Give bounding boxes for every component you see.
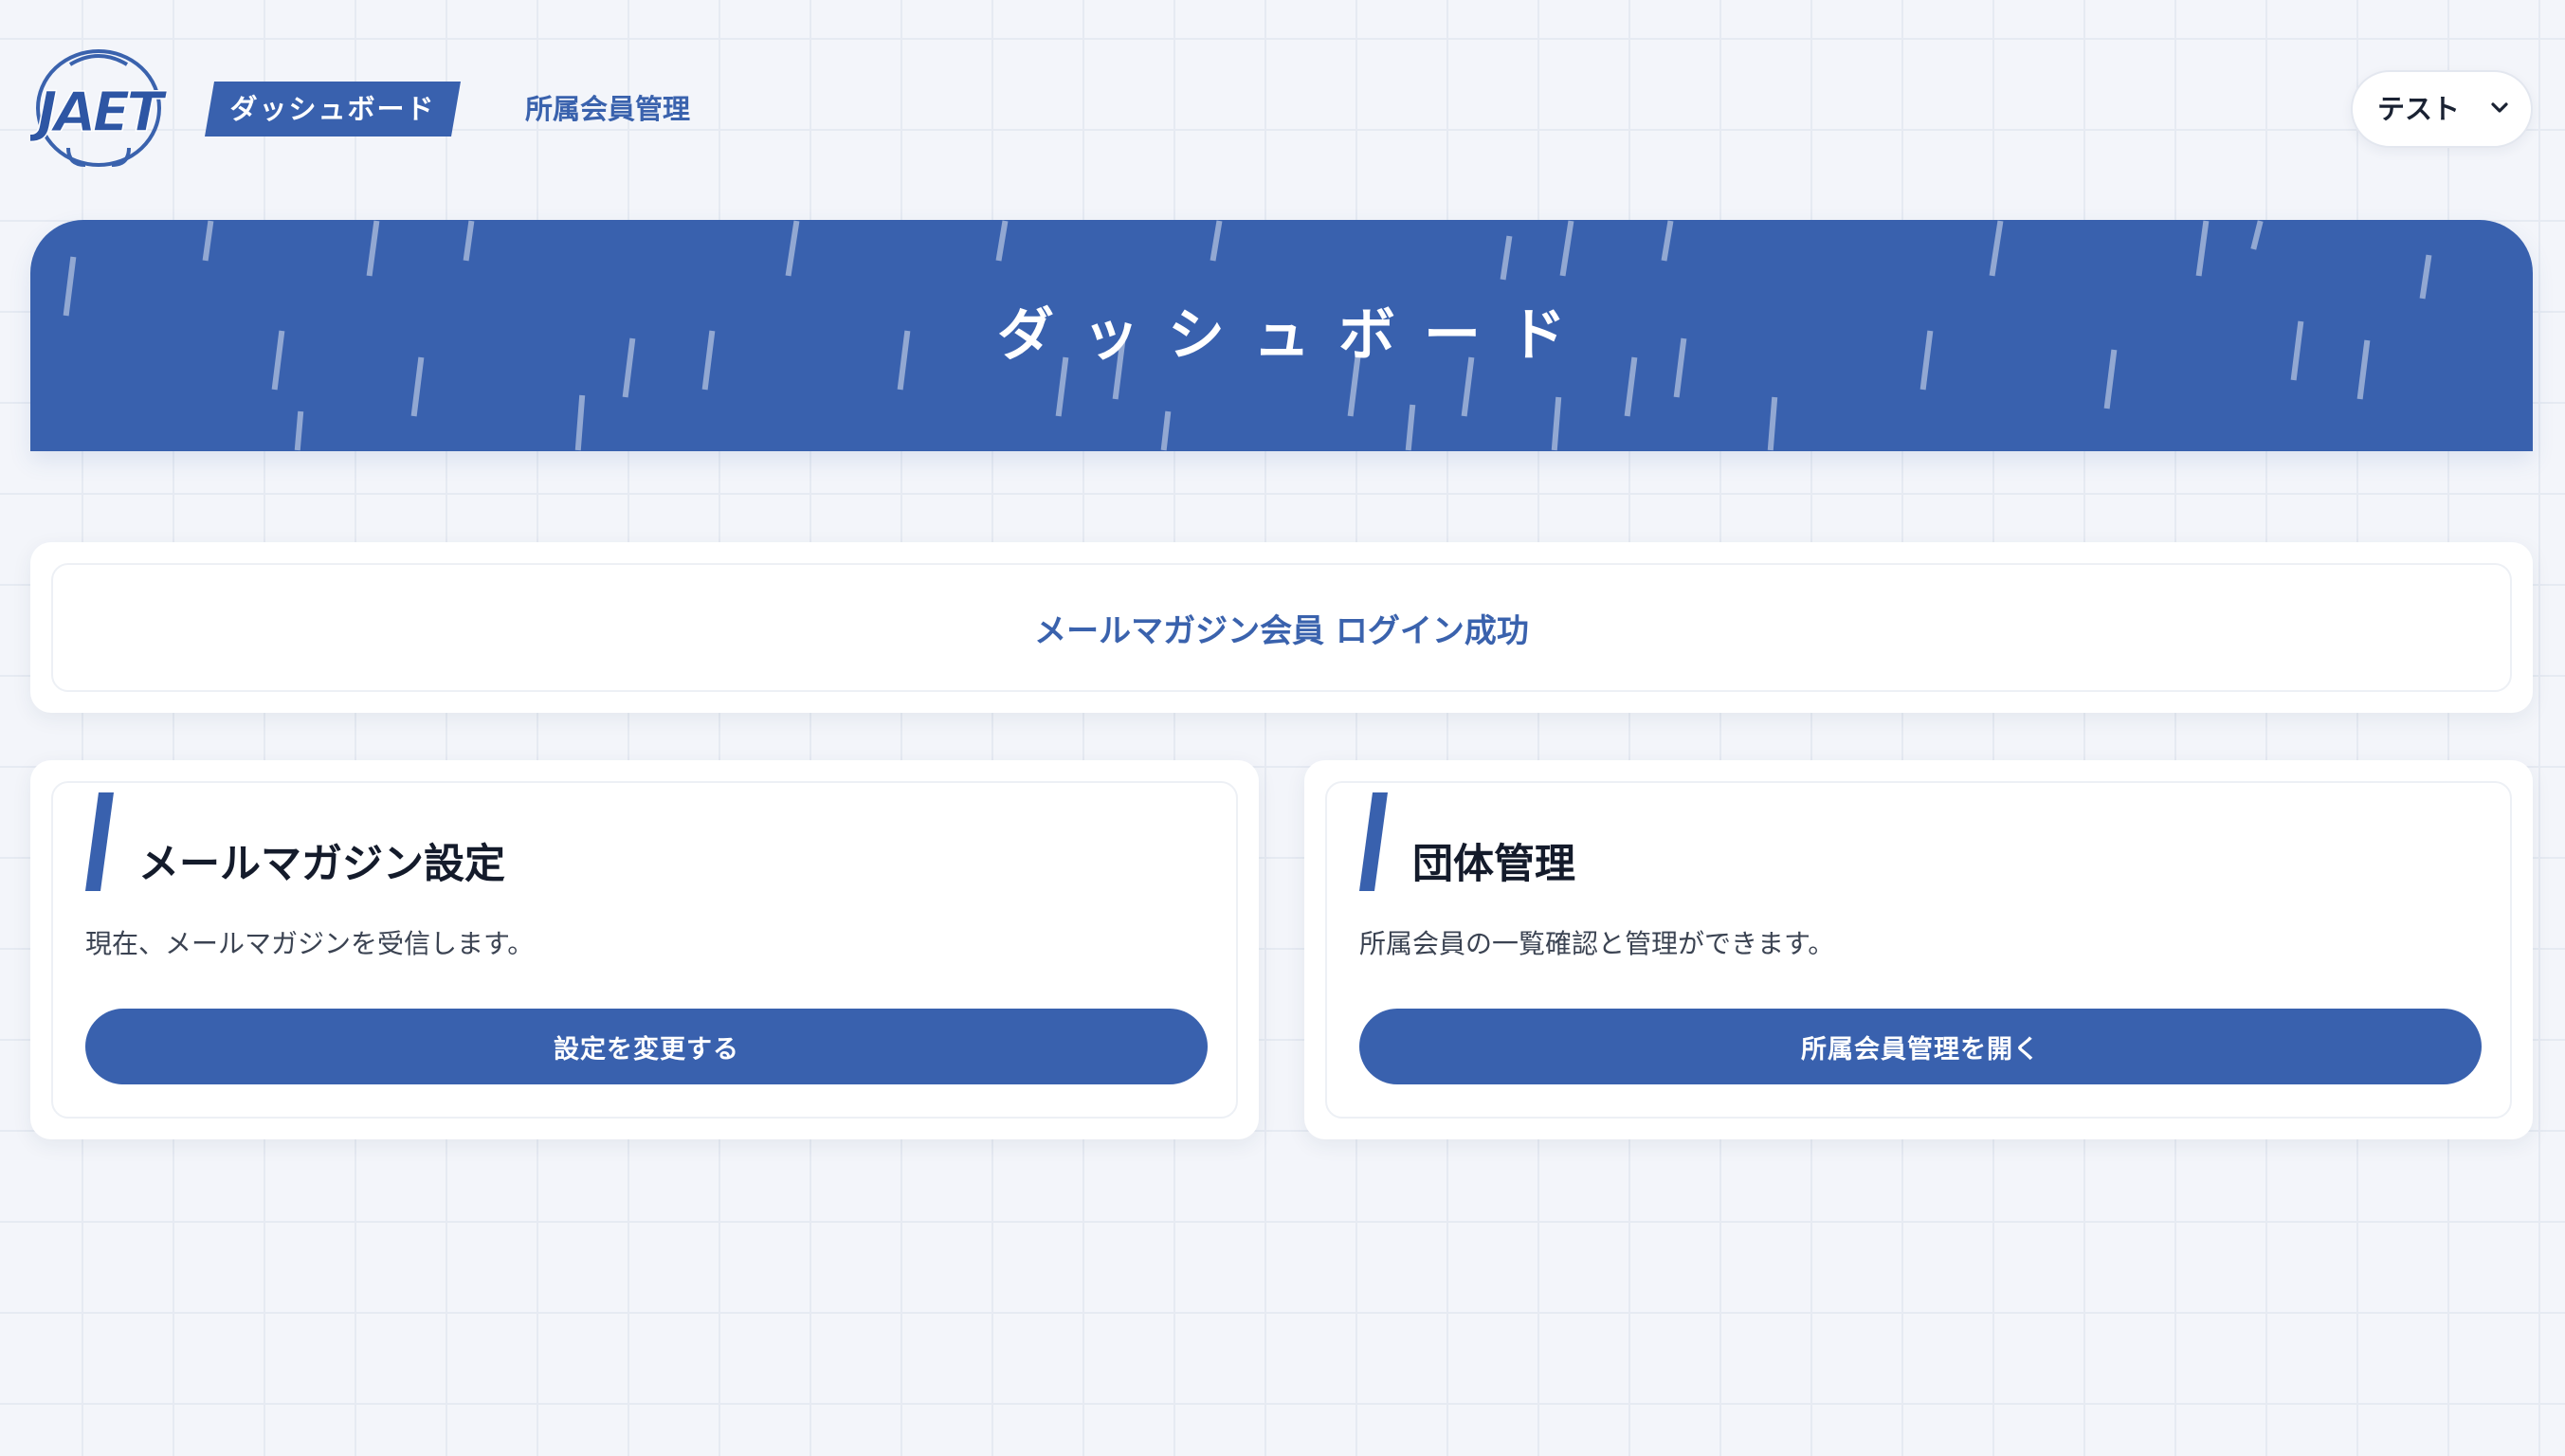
group-card-description: 所属会員の一覧確認と管理ができます。 [1359, 928, 1835, 959]
group-management-card: 団体管理 所属会員の一覧確認と管理ができます。 所属会員管理を開く [1304, 760, 2533, 1139]
open-member-management-button[interactable]: 所属会員管理を開く [1359, 1009, 2482, 1084]
page-title: ダッシュボード [997, 302, 1594, 369]
notice-inner-frame: メールマガジン会員 ログイン成功 [51, 563, 2512, 692]
login-notice-card: メールマガジン会員 ログイン成功 [30, 542, 2533, 713]
nav-member-management-link[interactable]: 所属会員管理 [525, 82, 690, 136]
change-settings-button[interactable]: 設定を変更する [85, 1009, 1208, 1084]
title-accent-slash-icon [1359, 792, 1388, 891]
title-accent-slash-icon [85, 792, 114, 891]
jaet-logo[interactable]: JAET [27, 42, 173, 178]
newsletter-card-description: 現在、メールマガジンを受信します。 [85, 928, 535, 959]
newsletter-card-inner: メールマガジン設定 現在、メールマガジンを受信します。 設定を変更する [51, 781, 1238, 1119]
page-banner: ダッシュボード [30, 220, 2533, 451]
nav-dashboard-tab[interactable]: ダッシュボード [205, 82, 461, 136]
top-header: JAET ダッシュボード 所属会員管理 テスト [0, 0, 2565, 209]
newsletter-card-title: メールマガジン設定 [138, 841, 505, 888]
newsletter-settings-card: メールマガジン設定 現在、メールマガジンを受信します。 設定を変更する [30, 760, 1259, 1139]
logo-text: JAET [30, 80, 167, 144]
user-menu-button[interactable]: テスト [2351, 70, 2533, 148]
group-card-inner: 団体管理 所属会員の一覧確認と管理ができます。 所属会員管理を開く [1325, 781, 2512, 1119]
user-name: テスト [2377, 93, 2461, 125]
login-success-message: メールマガジン会員 ログイン成功 [1034, 612, 1529, 650]
group-card-title: 団体管理 [1412, 841, 1575, 888]
nav-dashboard-label: ダッシュボード [229, 93, 436, 125]
chevron-down-icon [2491, 102, 2508, 113]
